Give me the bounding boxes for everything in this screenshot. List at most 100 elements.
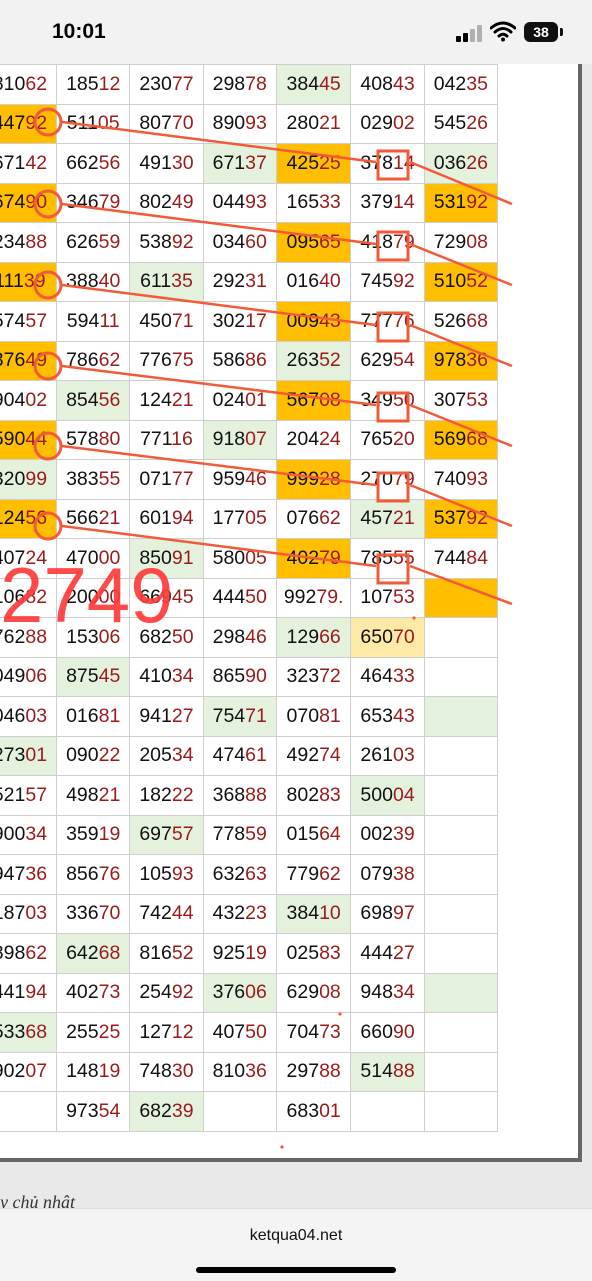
table-cell: 44427	[350, 933, 425, 974]
table-cell: 81036	[202, 1051, 277, 1092]
table-cell: 74244	[129, 893, 204, 934]
table-cell: 45071	[129, 301, 204, 342]
table-cell: 74484	[423, 538, 499, 579]
table-cell: 61135	[129, 261, 204, 302]
table-cell: 34950	[350, 380, 425, 421]
table-cell: 72908	[423, 222, 499, 263]
table-cell: 14819	[56, 1051, 131, 1092]
table-cell: 20534	[129, 735, 204, 776]
table-cell: 62954	[350, 340, 425, 381]
table-cell: 29788	[275, 1051, 352, 1092]
table-cell: 50004	[350, 775, 425, 816]
table-cell: 77962	[275, 854, 352, 895]
table-cell: 92519	[202, 933, 277, 974]
address-bar-url[interactable]: ketqua04.net	[0, 1227, 592, 1245]
table-cell: 01681	[56, 696, 131, 737]
table-cell: 30753	[423, 380, 499, 421]
cellular-signal-icon	[456, 24, 486, 42]
table-cell: 25525	[56, 1012, 131, 1053]
table-cell: 37814	[350, 143, 425, 184]
table-cell: 09565	[275, 222, 352, 263]
table-cell: 77675	[129, 340, 204, 381]
table-cell	[423, 1091, 499, 1132]
table-cell: 69757	[129, 814, 204, 855]
table-cell: 20424	[275, 419, 352, 460]
table-row: 037649786627767558686263526295497836	[0, 340, 499, 381]
table-cell: 85456	[56, 380, 131, 421]
home-indicator[interactable]	[196, 1267, 396, 1273]
table-cell: 04603	[0, 696, 58, 737]
table-row: 5898626426881652925190258344427	[0, 933, 499, 974]
table-cell	[202, 1091, 277, 1132]
table-cell: 41879	[350, 222, 425, 263]
table-row: 059044578807711691807204247652056968	[0, 419, 499, 460]
footer-partial-text: y chủ nhật	[0, 1192, 75, 1208]
table-cell: 89862	[0, 933, 58, 974]
table-cell: 04906	[0, 656, 58, 697]
table-cell: 81062	[0, 64, 58, 105]
table-cell: 77116	[129, 419, 204, 460]
table-cell: 85676	[56, 854, 131, 895]
table-cell: 76520	[350, 419, 425, 460]
battery-tip	[560, 28, 563, 36]
table-cell: 63263	[202, 854, 277, 895]
table-row: 467142662564913067137425253781403626	[0, 143, 499, 184]
table-cell: 32099	[0, 459, 58, 500]
web-page[interactable]: 3810621851223077298783844540843042352447…	[0, 64, 592, 1208]
table-cell: 34679	[56, 182, 131, 223]
table-cell: 17705	[202, 498, 277, 539]
table-cell: 97354	[56, 1091, 131, 1132]
table-cell: 25492	[129, 972, 204, 1013]
table-cell: 10753	[350, 577, 425, 618]
table-cell	[423, 617, 499, 658]
table-cell: 10593	[129, 854, 204, 895]
table-cell	[423, 854, 499, 895]
table-cell	[423, 814, 499, 855]
table-cell: 74093	[423, 459, 499, 500]
table-row: 8521574982118222368888028350004	[0, 775, 499, 816]
table-cell: 09022	[56, 735, 131, 776]
table-cell: 56621	[56, 498, 131, 539]
table-cell: 62659	[56, 222, 131, 263]
table-cell: 44194	[0, 972, 58, 1013]
table-cell	[423, 735, 499, 776]
battery-icon: 38	[524, 22, 558, 42]
table-cell: 56708	[275, 380, 352, 421]
table-cell: 77776	[350, 301, 425, 342]
table-cell: 38355	[56, 459, 131, 500]
table-cell: 59044	[0, 419, 58, 460]
table-cell: 11139	[0, 261, 58, 302]
table-cell	[423, 775, 499, 816]
table-cell: 12421	[129, 380, 204, 421]
table-cell: 35919	[56, 814, 131, 855]
table-cell: 87545	[56, 656, 131, 697]
table-cell: 81652	[129, 933, 204, 974]
table-cell: 68239	[129, 1091, 204, 1132]
table-cell: 77859	[202, 814, 277, 855]
table-cell	[423, 656, 499, 697]
table-cell: 41034	[129, 656, 204, 697]
table-cell: 04235	[423, 64, 499, 105]
table-row: 5273010902220534474614927426103	[0, 735, 499, 776]
table-cell: 03460	[202, 222, 277, 263]
table-cell: 74830	[129, 1051, 204, 1092]
table-row: 923488626595389203460095654187972908	[0, 222, 499, 263]
table-cell: 58686	[202, 340, 277, 381]
table-cell: 65343	[350, 696, 425, 737]
table-row: 5947368567610593632637796207938	[0, 854, 499, 895]
table-cell: 53368	[0, 1012, 58, 1053]
table-cell: 58005	[202, 538, 277, 579]
table-cell: 37606	[202, 972, 277, 1013]
table-cell: 40273	[56, 972, 131, 1013]
table-cell: 07938	[350, 854, 425, 895]
table-cell: 49821	[56, 775, 131, 816]
table-cell: 18703	[0, 893, 58, 934]
browser-bottom-bar[interactable]: ketqua04.net	[0, 1208, 592, 1281]
table-cell: 80249	[129, 182, 204, 223]
table-cell: 30217	[202, 301, 277, 342]
table-row: 533682552512712407507047366090	[0, 1012, 499, 1053]
table-cell: 91807	[202, 419, 277, 460]
table-cell: 66090	[350, 1012, 425, 1053]
table-cell: 33670	[56, 893, 131, 934]
table-cell: 07177	[129, 459, 204, 500]
